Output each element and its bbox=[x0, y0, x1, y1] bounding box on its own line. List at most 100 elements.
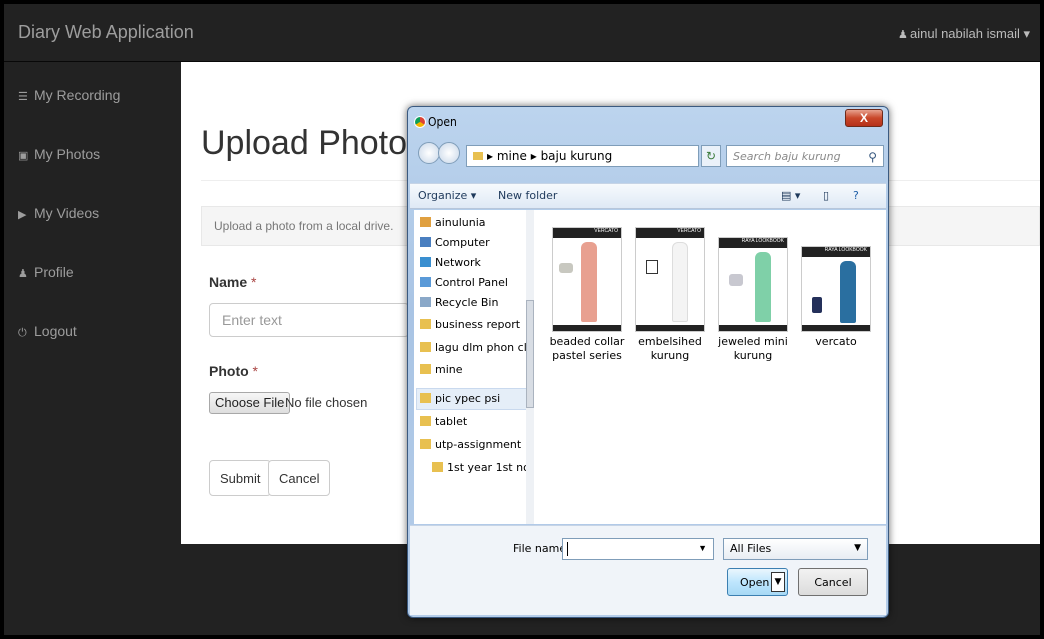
nav-item-mine[interactable]: mine bbox=[420, 363, 463, 376]
thumbnail-banner: RAYA LOOKBOOK bbox=[802, 247, 870, 257]
name-label-text: Name bbox=[209, 274, 248, 290]
network-icon bbox=[420, 257, 431, 267]
nav-item-label: 1st year 1st not bbox=[447, 461, 535, 474]
file-type-value: All Files bbox=[730, 542, 772, 555]
file-thumbnail[interactable]: VERCATO bbox=[552, 227, 622, 332]
path-separator: ▸ bbox=[530, 149, 537, 163]
folder-icon bbox=[420, 393, 431, 403]
control-panel-icon bbox=[420, 277, 431, 287]
chevron-down-icon[interactable]: ▼ bbox=[698, 543, 707, 553]
preview-pane-icon[interactable]: ▯ bbox=[823, 189, 829, 202]
dialog-title: Open bbox=[428, 115, 457, 129]
no-file-text: No file chosen bbox=[285, 395, 368, 410]
file-list: VERCATO beaded collar pastel series VERCA… bbox=[534, 210, 886, 524]
search-placeholder: Search baju kurung bbox=[733, 150, 841, 163]
sidebar-item-my-photos[interactable]: ▣ My Photos bbox=[18, 146, 100, 162]
open-file-dialog: Open X ▸ mine ▸ baju kurung ↻ Search baj… bbox=[407, 106, 889, 618]
screen-frame: Diary Web Application ♟ ainul nabilah ism… bbox=[0, 0, 1044, 639]
nav-item-control-panel[interactable]: Control Panel bbox=[420, 276, 508, 289]
nav-item-label: Recycle Bin bbox=[435, 296, 499, 309]
choose-file-button[interactable]: Choose File bbox=[209, 392, 291, 414]
photo-icon: ▣ bbox=[18, 150, 29, 162]
dress-image bbox=[840, 261, 856, 323]
breadcrumb-baju-kurung[interactable]: baju kurung bbox=[541, 149, 613, 163]
file-thumbnail[interactable]: RAYA LOOKBOOK bbox=[718, 237, 788, 332]
thumbnail-banner: VERCATO bbox=[636, 228, 704, 238]
photo-label-text: Photo bbox=[209, 363, 249, 379]
required-mark: * bbox=[251, 274, 257, 290]
file-name[interactable]: beaded collar pastel series bbox=[542, 335, 632, 363]
sidebar-item-logout[interactable]: ⏻ Logout bbox=[18, 323, 77, 340]
address-bar[interactable]: ▸ mine ▸ baju kurung bbox=[466, 145, 699, 167]
nav-item-pic-ypec-psi[interactable]: pic ypec psi bbox=[420, 392, 500, 405]
text-caret bbox=[567, 542, 568, 556]
sidebar-item-my-videos[interactable]: ▶ My Videos bbox=[18, 205, 99, 221]
name-input[interactable] bbox=[209, 303, 409, 337]
app-brand[interactable]: Diary Web Application bbox=[18, 22, 194, 43]
submit-button[interactable]: Submit bbox=[209, 460, 272, 496]
page-title: Upload Photo bbox=[201, 124, 408, 162]
nav-item-recycle-bin[interactable]: Recycle Bin bbox=[420, 296, 498, 309]
sidebar-item-label: My Photos bbox=[34, 146, 101, 162]
accessory-image bbox=[646, 260, 658, 274]
folder-icon bbox=[420, 319, 431, 329]
dialog-footer: File name: ▼ All Files ▼ Open ▼ Cancel bbox=[410, 525, 886, 615]
info-text: Upload a photo from a local drive. bbox=[214, 219, 394, 233]
nav-item-tablet[interactable]: tablet bbox=[420, 415, 467, 428]
sidebar-item-label: Profile bbox=[34, 264, 74, 280]
file-thumbnail[interactable]: RAYA LOOKBOOK bbox=[801, 246, 871, 332]
open-button-label: Open bbox=[740, 576, 770, 589]
file-name-line: jeweled mini bbox=[718, 335, 788, 348]
view-options-icon[interactable]: ▤ ▾ bbox=[781, 189, 800, 202]
nav-item-ainulunia[interactable]: ainulunia bbox=[420, 216, 486, 229]
nav-item-label: business report bbox=[435, 318, 521, 331]
back-button[interactable] bbox=[418, 142, 440, 164]
file-name[interactable]: embelsihed kurung bbox=[625, 335, 715, 363]
folder-icon bbox=[420, 342, 431, 352]
file-thumbnail[interactable]: VERCATO bbox=[635, 227, 705, 332]
organize-menu[interactable]: Organize ▾ bbox=[418, 189, 476, 202]
refresh-icon[interactable]: ↻ bbox=[701, 145, 721, 167]
photo-label: Photo * bbox=[209, 363, 258, 379]
forward-button[interactable] bbox=[438, 142, 460, 164]
file-name[interactable]: vercato bbox=[791, 335, 881, 349]
nav-item-lagu-dlm-phon[interactable]: lagu dlm phon cl bbox=[420, 341, 527, 354]
user-folder-icon bbox=[420, 217, 431, 227]
nav-item-label: Control Panel bbox=[435, 276, 508, 289]
file-name-input[interactable]: ▼ bbox=[562, 538, 714, 560]
computer-icon bbox=[420, 237, 431, 247]
file-name-line: embelsihed bbox=[638, 335, 702, 348]
file-name-line: kurung bbox=[733, 349, 773, 362]
thumbnail-footer bbox=[802, 325, 870, 331]
name-label: Name * bbox=[209, 274, 256, 290]
thumbnail-footer bbox=[553, 325, 621, 331]
open-button[interactable]: Open ▼ bbox=[727, 568, 788, 596]
nav-item-1st-year[interactable]: 1st year 1st not bbox=[432, 461, 534, 474]
help-icon[interactable]: ? bbox=[853, 189, 859, 202]
new-folder-button[interactable]: New folder bbox=[498, 189, 557, 202]
user-menu[interactable]: ♟ ainul nabilah ismail ▾ bbox=[898, 26, 1030, 42]
nav-item-computer[interactable]: Computer bbox=[420, 236, 490, 249]
nav-scroll-thumb[interactable] bbox=[526, 300, 534, 408]
required-mark: * bbox=[252, 363, 258, 379]
nav-item-network[interactable]: Network bbox=[420, 256, 481, 269]
sidebar-item-profile[interactable]: ♟ Profile bbox=[18, 264, 74, 280]
nav-item-utp-assignment[interactable]: utp-assignment bbox=[420, 438, 521, 451]
accessory-image bbox=[559, 263, 573, 273]
cancel-button[interactable]: Cancel bbox=[268, 460, 331, 496]
file-type-select[interactable]: All Files ▼ bbox=[723, 538, 868, 560]
nav-item-business-report[interactable]: business report bbox=[420, 318, 520, 331]
chrome-icon bbox=[414, 116, 426, 128]
dress-image bbox=[755, 252, 771, 322]
chevron-down-icon: ▼ bbox=[854, 543, 861, 553]
search-input[interactable]: Search baju kurung ⚲ bbox=[726, 145, 884, 167]
open-dropdown-icon[interactable]: ▼ bbox=[771, 572, 785, 592]
sidebar-item-my-recording[interactable]: ☰ My Recording bbox=[18, 87, 120, 103]
folder-icon bbox=[420, 439, 431, 449]
chevron-down-icon: ▾ bbox=[1023, 26, 1030, 41]
close-button[interactable]: X bbox=[845, 109, 883, 127]
dialog-cancel-button[interactable]: Cancel bbox=[798, 568, 868, 596]
breadcrumb-mine[interactable]: mine bbox=[497, 149, 527, 163]
file-name-line: kurung bbox=[650, 349, 690, 362]
file-name[interactable]: jeweled mini kurung bbox=[708, 335, 798, 363]
